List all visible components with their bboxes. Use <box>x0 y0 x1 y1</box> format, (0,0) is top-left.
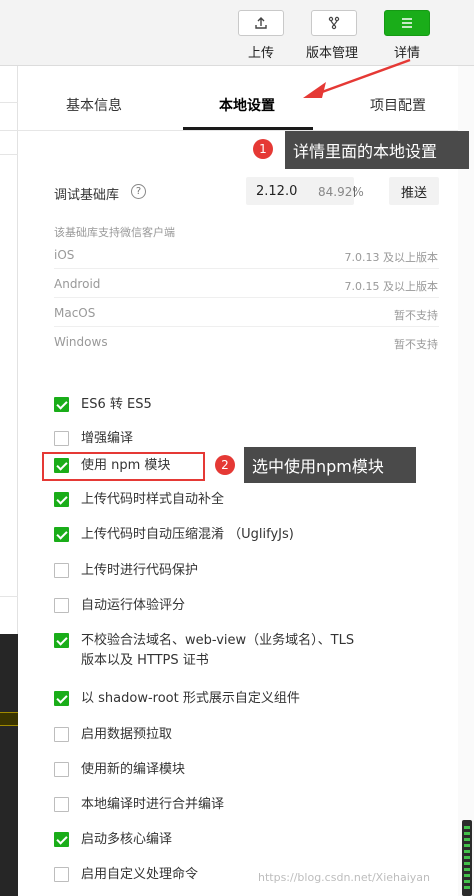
option-label: 以 shadow-root 形式展示自定义组件 <box>81 691 300 706</box>
branch-icon <box>328 16 340 30</box>
option-shadow-root[interactable]: 以 shadow-root 形式展示自定义组件 <box>54 689 434 709</box>
support-note: 该基础库支持微信客户端 <box>54 226 175 239</box>
platform-name-android: Android <box>54 277 101 291</box>
annotation-callout-2: 选中使用npm模块 <box>244 447 416 483</box>
option-style-autoprefix[interactable]: 上传代码时样式自动补全 <box>54 490 434 510</box>
option-skip-domain-check[interactable]: 不校验合法域名、web-view（业务域名）、TLS 版本以及 HTTPS 证书 <box>54 631 434 671</box>
top-toolbar: 上传 版本管理 详情 <box>0 0 474 66</box>
background-editor-strip <box>0 66 18 896</box>
strip-divider <box>0 154 18 155</box>
platform-name-windows: Windows <box>54 335 108 349</box>
details-label: 详情 <box>394 46 421 61</box>
active-tab-indicator <box>183 127 313 130</box>
option-label: 启动多核心编译 <box>81 832 173 847</box>
option-minify-uglify[interactable]: 上传代码时自动压缩混淆 （UglifyJs) <box>54 525 434 545</box>
option-label: 本地编译时进行合并编译 <box>81 797 225 812</box>
platform-name-macos: MacOS <box>54 306 96 320</box>
option-new-compiler[interactable]: 使用新的编译模块 <box>54 760 434 780</box>
version-manage-label: 版本管理 <box>306 46 359 61</box>
option-label-line1: 不校验合法域名、web-view（业务域名）、TLS <box>81 633 355 648</box>
select-caret <box>354 186 355 197</box>
checkbox[interactable] <box>54 397 69 412</box>
checkbox[interactable] <box>54 527 69 542</box>
strip-divider <box>0 102 18 103</box>
tab-project-config[interactable]: 项目配置 <box>370 95 426 115</box>
debug-lib-label: 调试基础库 <box>54 188 120 203</box>
details-button[interactable] <box>384 10 430 36</box>
option-label: ES6 转 ES5 <box>81 397 152 412</box>
checkbox[interactable] <box>54 633 69 648</box>
checkbox[interactable] <box>54 832 69 847</box>
option-data-prefetch[interactable]: 启用数据预拉取 <box>54 725 434 745</box>
platform-divider <box>54 326 439 327</box>
platform-name-ios: iOS <box>54 248 75 262</box>
console-panel <box>0 634 18 896</box>
option-merge-compile[interactable]: 本地编译时进行合并编译 <box>54 795 434 815</box>
annotation-badge-1: 1 <box>253 139 273 159</box>
option-auto-audit[interactable]: 自动运行体验评分 <box>54 596 434 616</box>
option-label: 增强编译 <box>81 431 134 446</box>
option-label: 上传代码时自动压缩混淆 （UglifyJs) <box>81 527 294 542</box>
upload-button[interactable] <box>238 10 284 36</box>
checkbox[interactable] <box>54 797 69 812</box>
menu-icon <box>402 18 412 28</box>
option-label: 不校验合法域名、web-view（业务域名）、TLS 版本以及 HTTPS 证书 <box>81 631 354 671</box>
option-enhanced-compile[interactable]: 增强编译 <box>54 429 434 449</box>
tab-basic-info[interactable]: 基本信息 <box>66 95 122 115</box>
option-label: 启用数据预拉取 <box>81 727 173 742</box>
console-warning-line <box>0 712 18 726</box>
option-code-protection[interactable]: 上传时进行代码保护 <box>54 561 434 581</box>
push-button[interactable]: 推送 <box>389 177 439 205</box>
upload-label: 上传 <box>248 46 275 61</box>
strip-divider <box>0 596 18 597</box>
checkbox[interactable] <box>54 431 69 446</box>
checkbox[interactable] <box>54 563 69 578</box>
checkbox[interactable] <box>54 727 69 742</box>
option-es6-to-es5[interactable]: ES6 转 ES5 <box>54 395 434 415</box>
platform-divider <box>54 268 439 269</box>
right-scroll-area <box>458 66 474 896</box>
checkbox[interactable] <box>54 762 69 777</box>
checkbox[interactable] <box>54 691 69 706</box>
option-multicore-compile[interactable]: 启动多核心编译 <box>54 830 434 850</box>
help-icon[interactable]: ? <box>131 184 146 199</box>
checkbox[interactable] <box>54 598 69 613</box>
details-tabs: 基本信息 本地设置 项目配置 <box>18 67 458 131</box>
option-label: 上传代码时样式自动补全 <box>81 492 225 507</box>
tab-local-settings[interactable]: 本地设置 <box>219 95 275 115</box>
checkbox[interactable] <box>54 867 69 882</box>
checkbox[interactable] <box>54 492 69 507</box>
annotation-badge-2: 2 <box>215 455 235 475</box>
option-label-line2: 版本以及 HTTPS 证书 <box>81 653 209 668</box>
annotation-highlight-box <box>42 452 205 481</box>
annotation-callout-1: 详情里面的本地设置 <box>285 131 469 169</box>
watermark: https://blog.csdn.net/Xiehaiyan <box>258 871 431 884</box>
option-label: 自动运行体验评分 <box>81 598 186 613</box>
debug-lib-coverage: 84.92% <box>318 185 364 199</box>
platform-divider <box>54 297 439 298</box>
platform-value-macos: 暂不支持 <box>394 309 438 322</box>
platform-value-android: 7.0.15 及以上版本 <box>344 280 438 293</box>
version-manage-button[interactable] <box>311 10 357 36</box>
upload-icon <box>255 17 267 29</box>
option-label: 使用新的编译模块 <box>81 762 186 777</box>
platform-value-ios: 7.0.13 及以上版本 <box>344 251 438 264</box>
performance-meter <box>462 820 472 896</box>
option-label: 上传时进行代码保护 <box>81 563 199 578</box>
debug-lib-version: 2.12.0 <box>256 184 298 199</box>
strip-divider <box>0 130 18 131</box>
option-label: 启用自定义处理命令 <box>81 867 199 882</box>
platform-value-windows: 暂不支持 <box>394 338 438 351</box>
